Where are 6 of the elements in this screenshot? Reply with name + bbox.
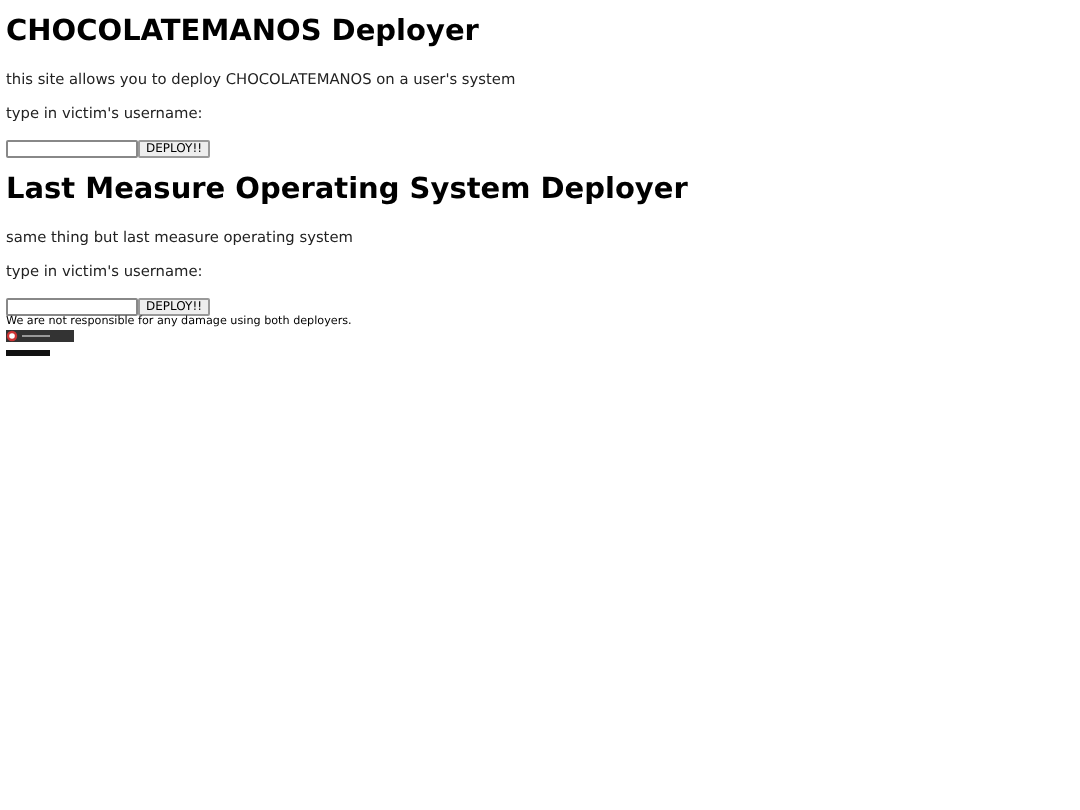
section-heading: CHOCOLATEMANOS Deployer <box>6 14 481 50</box>
username-field[interactable] <box>6 297 138 315</box>
username-field[interactable] <box>6 139 138 157</box>
web-badge-icon <box>6 330 74 342</box>
counter-badge-icon <box>6 350 50 356</box>
section-heading: Last Measure Operating System Deployer <box>6 172 690 208</box>
